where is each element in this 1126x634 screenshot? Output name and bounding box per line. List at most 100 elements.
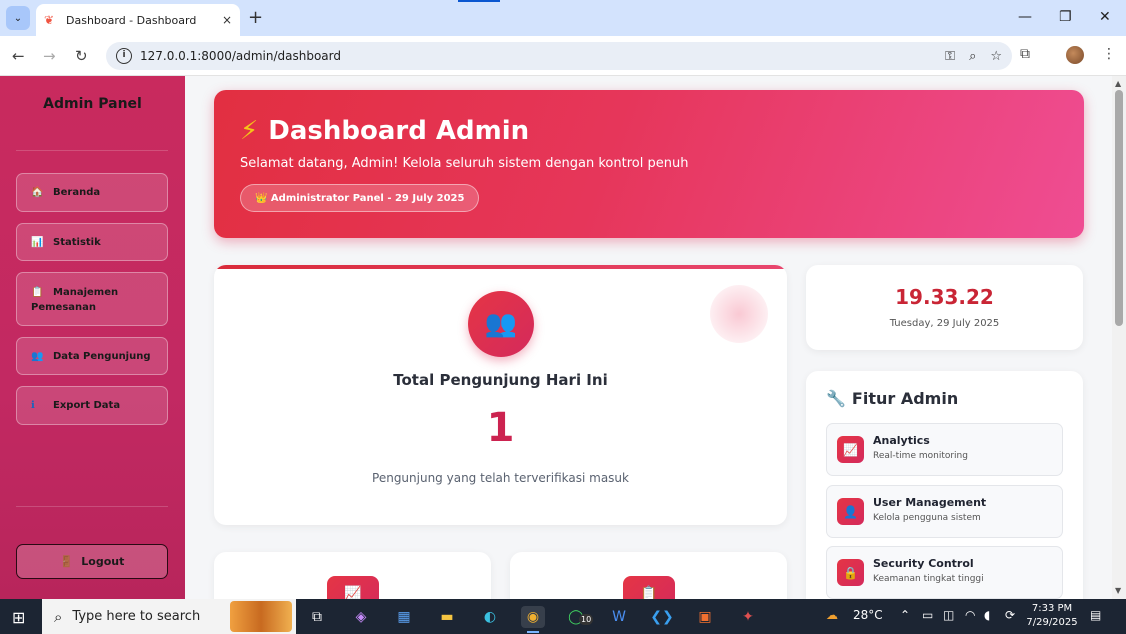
notification-icon[interactable]: ▤	[1090, 608, 1101, 622]
bar-chart-icon: 📊	[31, 236, 44, 248]
browser-menu-icon[interactable]: ⋮	[1102, 46, 1116, 62]
visitor-description: Pengunjung yang telah terverifikasi masu…	[372, 471, 629, 485]
task-view-icon[interactable]: ⧉	[305, 606, 329, 628]
chart-icon: 📈	[837, 436, 864, 463]
lightning-icon: ⚡	[240, 116, 259, 146]
taskbar-time: 7:33 PM	[1031, 603, 1073, 614]
page-title: ⚡ Dashboard Admin	[240, 116, 529, 146]
url-text[interactable]: 127.0.0.1:8000/admin/dashboard	[140, 49, 931, 63]
restore-button[interactable]: ❐	[1059, 8, 1072, 26]
copilot-icon[interactable]: ◈	[349, 606, 373, 628]
logout-label: Logout	[81, 555, 125, 568]
battery-icon[interactable]: ▭	[922, 608, 933, 622]
edge-icon[interactable]: ◐	[478, 606, 502, 628]
address-bar[interactable]: i 127.0.0.1:8000/admin/dashboard ⚿ ⌕ ☆	[106, 42, 1012, 70]
sidebar-brand: Admin Panel	[43, 96, 142, 112]
clock-card: 19.33.22 Tuesday, 29 July 2025	[806, 265, 1083, 350]
wrench-icon: 🔧	[826, 389, 846, 408]
weather-temperature[interactable]: 28°C	[853, 608, 883, 622]
password-key-icon[interactable]: ⚿	[945, 49, 955, 64]
minimize-button[interactable]: —	[1018, 8, 1032, 26]
features-title-text: Fitur Admin	[851, 389, 959, 408]
browser-tab[interactable]: ❦ Dashboard - Dashboard ×	[36, 4, 240, 36]
feature-name: Analytics	[873, 434, 930, 447]
visitor-card-title: Total Pengunjung Hari Ini	[393, 371, 608, 389]
file-explorer-icon[interactable]: ▬	[435, 606, 459, 628]
meet-icon[interactable]: ◫	[943, 608, 954, 622]
visitors-icon: 👥	[468, 291, 534, 357]
sidebar-item-data-pengunjung[interactable]: 👥 Data Pengunjung	[16, 337, 168, 375]
xampp-icon[interactable]: ▣	[693, 606, 717, 628]
sidebar-item-export-data[interactable]: ℹ Export Data	[16, 386, 168, 425]
feature-security-control[interactable]: 🔒 Security Control Keamanan tingkat ting…	[826, 546, 1063, 599]
bookmark-star-icon[interactable]: ☆	[990, 49, 1002, 64]
door-icon: 🚪	[59, 555, 74, 568]
new-tab-button[interactable]: +	[248, 8, 263, 28]
sidebar: Admin Panel 🏠 Beranda 📊 Statistik 📋 Manaj…	[0, 76, 185, 599]
admin-badge: 👑 Administrator Panel - 29 July 2025	[240, 184, 480, 212]
close-window-button[interactable]: ✕	[1099, 8, 1111, 26]
page-title-text: Dashboard Admin	[268, 116, 530, 146]
windows-start-icon[interactable]: ⊞	[12, 608, 25, 627]
sidebar-item-beranda[interactable]: 🏠 Beranda	[16, 173, 168, 212]
zoom-icon[interactable]: ⌕	[969, 49, 976, 64]
taskbar-date: 7/29/2025	[1026, 617, 1078, 628]
browser-tab-strip: ⌄ ❦ Dashboard - Dashboard × + — ❐ ✕	[0, 0, 1126, 36]
sidebar-item-manajemen-pemesanan[interactable]: 📋 Manajemen Pemesanan	[16, 272, 168, 326]
logout-button[interactable]: 🚪 Logout	[16, 544, 168, 579]
admin-features-card: 🔧 Fitur Admin 📈 Analytics Real-time moni…	[806, 371, 1083, 611]
scroll-down-arrow-icon[interactable]: ▼	[1115, 586, 1121, 595]
scroll-thumb[interactable]	[1115, 90, 1123, 326]
back-button[interactable]: ←	[12, 46, 25, 66]
user-icon: 👤	[837, 498, 864, 525]
store-icon[interactable]: ▦	[392, 606, 416, 628]
profile-avatar[interactable]	[1066, 46, 1084, 64]
word-icon[interactable]: W	[607, 606, 631, 628]
vscode-icon[interactable]: ❮❯	[650, 606, 674, 628]
feature-user-management[interactable]: 👤 User Management Kelola pengguna sistem	[826, 485, 1063, 538]
app-icon[interactable]: ✦	[736, 606, 760, 628]
reload-button[interactable]: ↻	[75, 46, 88, 66]
visitor-count-card: 👥 Total Pengunjung Hari Ini 1 Pengunjung…	[214, 265, 787, 525]
sidebar-item-label: Data Pengunjung	[53, 350, 151, 362]
tab-search-button[interactable]: ⌄	[6, 6, 30, 30]
taskbar-search-box[interactable]: ⌕ Type here to search	[42, 599, 296, 634]
page-scrollbar[interactable]: ▲ ▼	[1112, 76, 1126, 599]
features-title: 🔧 Fitur Admin	[826, 389, 958, 408]
search-highlight-image	[230, 601, 292, 632]
extensions-icon[interactable]: ⧉	[1020, 46, 1030, 62]
users-icon: 👥	[31, 350, 44, 362]
sidebar-divider	[16, 150, 168, 151]
feature-desc: Keamanan tingkat tinggi	[873, 574, 984, 584]
sidebar-item-statistik[interactable]: 📊 Statistik	[16, 223, 168, 261]
wifi-icon[interactable]: ◠	[965, 608, 975, 622]
whatsapp-badge: 10	[579, 614, 594, 625]
tab-indicator	[458, 0, 500, 2]
volume-icon[interactable]: ◖	[984, 608, 990, 622]
whatsapp-icon[interactable]: ◯ 10	[564, 606, 594, 628]
forward-button[interactable]: →	[43, 46, 56, 66]
tray-chevron-icon[interactable]: ⌃	[900, 608, 910, 622]
sync-icon[interactable]: ⟳	[1005, 608, 1015, 622]
search-placeholder: Type here to search	[72, 609, 201, 624]
sidebar-item-label: Export Data	[53, 400, 121, 411]
feature-analytics[interactable]: 📈 Analytics Real-time monitoring	[826, 423, 1063, 476]
feature-name: User Management	[873, 496, 987, 509]
feature-desc: Kelola pengguna sistem	[873, 513, 981, 523]
search-icon: ⌕	[54, 607, 63, 626]
windows-taskbar: ⊞ ⌕ Type here to search ⧉ ◈ ▦ ▬ ◐ ◉ ◯ 10 …	[0, 599, 1126, 634]
site-info-icon[interactable]: i	[116, 48, 132, 64]
card-accent-bar	[214, 265, 787, 269]
chrome-icon[interactable]: ◉	[521, 606, 545, 633]
sidebar-item-label: Beranda	[53, 187, 101, 198]
clipboard-icon: 📋	[31, 287, 44, 298]
scroll-up-arrow-icon[interactable]: ▲	[1115, 79, 1121, 88]
laravel-favicon-icon: ❦	[44, 13, 55, 27]
feature-desc: Real-time monitoring	[873, 451, 968, 461]
taskbar-clock[interactable]: 7:33 PM 7/29/2025	[1018, 602, 1086, 630]
tab-close-button[interactable]: ×	[222, 13, 232, 27]
visitor-count: 1	[486, 405, 515, 451]
weather-icon[interactable]: ☁	[826, 608, 838, 622]
clock-time: 19.33.22	[895, 285, 994, 309]
tab-title: Dashboard - Dashboard	[66, 13, 197, 27]
